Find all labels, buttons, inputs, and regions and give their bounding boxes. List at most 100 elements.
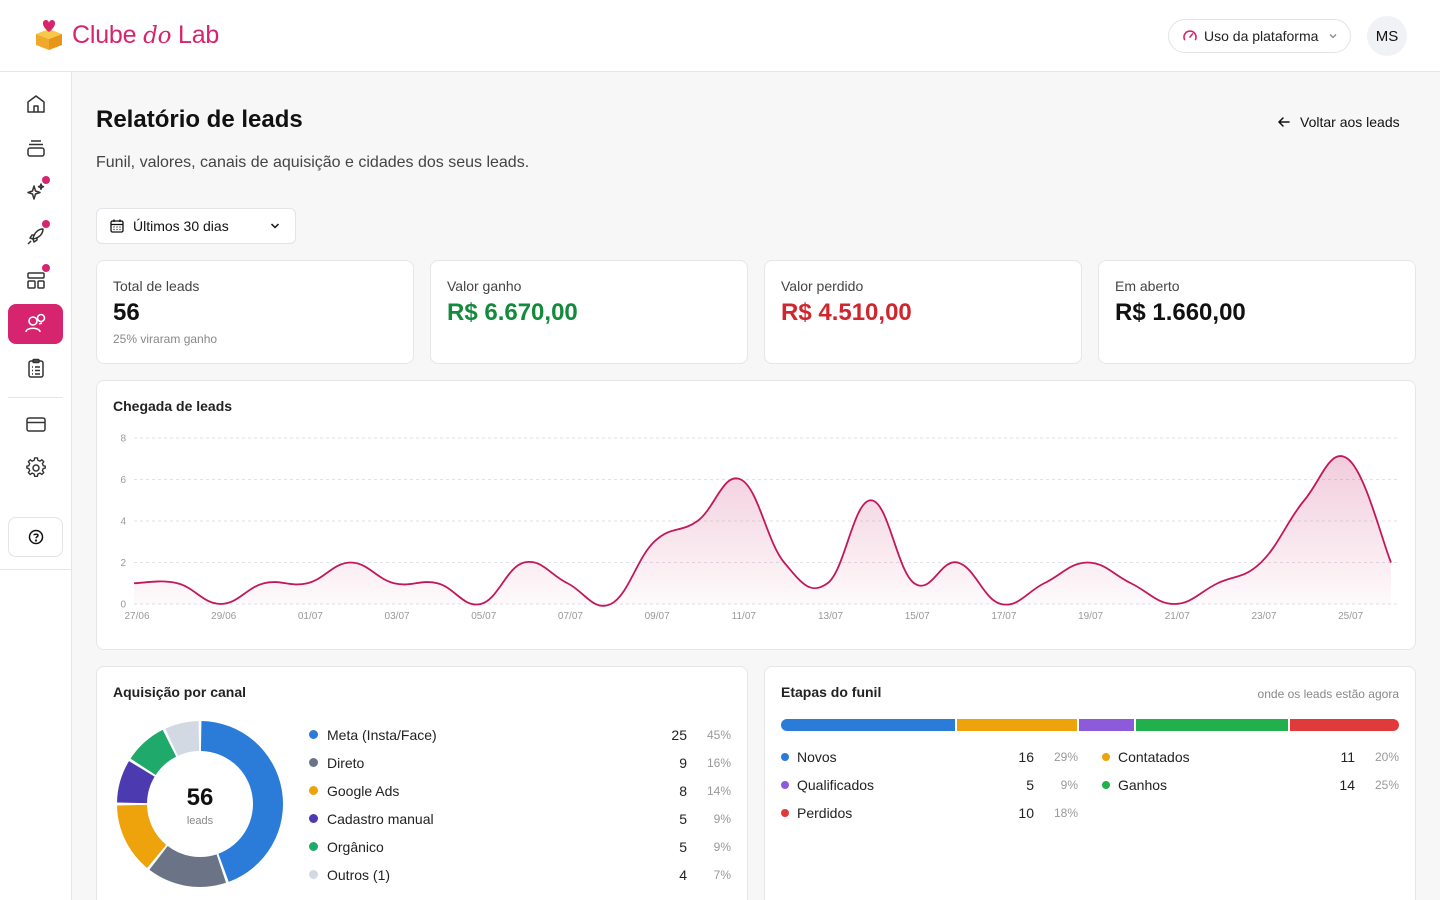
- funnel-segment: [1135, 719, 1289, 731]
- channel-percent: 16%: [706, 756, 731, 770]
- kpi-value: R$ 1.660,00: [1115, 299, 1246, 326]
- back-link-label: Voltar aos leads: [1300, 114, 1400, 130]
- x-tick-label: 19/07: [1078, 611, 1103, 622]
- chevron-down-icon: [270, 223, 280, 229]
- x-tick-label: 13/07: [818, 611, 843, 622]
- kpi-card-lost-value: Valor perdido R$ 4.510,00: [764, 260, 1082, 364]
- funnel-stage-row: Contatados 11 20%: [1102, 747, 1399, 767]
- channel-row: Google Ads 8 14%: [309, 781, 731, 801]
- stack-icon: [26, 140, 45, 157]
- legend-dot: [309, 842, 318, 851]
- funnel-segment: [1079, 719, 1134, 731]
- legend-dot: [309, 758, 318, 767]
- kpi-label: Valor perdido: [781, 278, 864, 294]
- x-tick-label: 23/07: [1251, 611, 1276, 622]
- funnel-stage-row: Ganhos 14 25%: [1102, 775, 1399, 795]
- help-button[interactable]: [8, 517, 63, 557]
- platform-usage-label: Uso da plataforma: [1204, 28, 1319, 44]
- arrow-left-icon: [1277, 117, 1290, 127]
- y-tick-label: 0: [120, 600, 126, 611]
- credit-card-icon: [25, 417, 46, 432]
- legend-dot: [781, 753, 789, 761]
- y-tick-label: 2: [120, 558, 126, 569]
- legend-dot: [781, 781, 789, 789]
- stage-percent: 20%: [1374, 750, 1399, 764]
- channel-percent: 14%: [706, 784, 731, 798]
- stage-name: Qualificados: [797, 777, 875, 793]
- funnel-segment: [957, 719, 1078, 731]
- sparkles-icon: [26, 183, 44, 200]
- x-tick-label: 15/07: [905, 611, 930, 622]
- avatar[interactable]: MS: [1367, 16, 1407, 56]
- gauge-icon: [1183, 30, 1197, 41]
- rocket-icon: [26, 228, 44, 245]
- notification-dot: [42, 176, 50, 184]
- brand-name: Clube do Lab: [72, 20, 220, 49]
- notification-dot: [42, 220, 50, 228]
- stage-name: Novos: [797, 749, 837, 765]
- stage-count: 10: [1018, 805, 1034, 821]
- sidebar-item-leads[interactable]: [8, 304, 63, 344]
- stage-percent: 29%: [1053, 750, 1078, 764]
- x-tick-label: 17/07: [991, 611, 1016, 622]
- top-bar: Clube do Lab Uso da plataforma MS: [0, 0, 1440, 72]
- kpi-note: 25% viraram ganho: [113, 332, 218, 346]
- channel-count: 5: [679, 839, 687, 855]
- funnel-segment: [781, 719, 956, 731]
- channel-count: 9: [679, 755, 687, 771]
- funnel-stage-row: Qualificados 5 9%: [781, 775, 1078, 795]
- sidebar-item-home[interactable]: [8, 84, 63, 124]
- platform-usage-button[interactable]: Uso da plataforma: [1168, 19, 1351, 53]
- kpi-value: 56: [113, 299, 140, 326]
- heart-box-icon: [36, 20, 62, 50]
- sidebar-bottom-divider: [0, 569, 72, 570]
- sidebar-item-layout[interactable]: [8, 260, 63, 300]
- legend-dot: [309, 870, 318, 879]
- y-tick-label: 6: [120, 475, 126, 486]
- stage-count: 11: [1340, 749, 1355, 765]
- x-tick-label: 09/07: [645, 611, 670, 622]
- y-tick-label: 4: [120, 517, 126, 528]
- x-tick-label: 29/06: [211, 611, 236, 622]
- sidebar-item-stack[interactable]: [8, 128, 63, 168]
- funnel-segment: [1290, 719, 1399, 731]
- stage-name: Ganhos: [1118, 777, 1168, 793]
- sidebar-item-tasks[interactable]: [8, 348, 63, 388]
- channel-row: Meta (Insta/Face) 25 45%: [309, 725, 731, 745]
- kpi-label: Total de leads: [113, 278, 200, 294]
- kpi-card-won-value: Valor ganho R$ 6.670,00: [430, 260, 748, 364]
- sidebar-item-settings[interactable]: [8, 448, 63, 488]
- series-area: [134, 456, 1391, 606]
- stage-percent: 9%: [1060, 778, 1078, 792]
- stage-count: 16: [1018, 749, 1034, 765]
- notification-dot: [42, 264, 50, 272]
- channel-percent: 45%: [706, 728, 731, 742]
- channel-name: Orgânico: [327, 839, 384, 855]
- brand-logo[interactable]: Clube do Lab: [32, 18, 219, 52]
- channel-name: Outros (1): [327, 867, 391, 883]
- legend-dot: [309, 730, 318, 739]
- funnel-stacked-bar: [781, 719, 1399, 731]
- x-tick-label: 01/07: [298, 611, 323, 622]
- donut-slice: [149, 846, 227, 887]
- channel-count: 25: [671, 727, 687, 743]
- back-to-leads-link[interactable]: Voltar aos leads: [1276, 114, 1400, 130]
- date-range-select[interactable]: Últimos 30 dias: [96, 208, 296, 244]
- kpi-label: Valor ganho: [447, 278, 522, 294]
- x-tick-label: 03/07: [385, 611, 410, 622]
- x-tick-label: 21/07: [1165, 611, 1190, 622]
- kpi-value: R$ 4.510,00: [781, 299, 912, 326]
- home-icon: [26, 95, 45, 113]
- channel-percent: 7%: [713, 868, 731, 882]
- lead-arrivals-card: Chegada de leads 0 2 4 6 8 27/06 29/06 01/07 03/…: [96, 380, 1416, 650]
- sidebar: [0, 72, 72, 900]
- page-subtitle: Funil, valores, canais de aquisição e ci…: [96, 154, 530, 171]
- sidebar-item-billing[interactable]: [8, 404, 63, 444]
- x-tick-label: 25/07: [1338, 611, 1363, 622]
- stage-name: Contatados: [1118, 749, 1190, 765]
- sidebar-item-ai[interactable]: [8, 172, 63, 212]
- sidebar-item-launch[interactable]: [8, 216, 63, 256]
- kpi-card-total-leads: Total de leads 56 25% viraram ganho: [96, 260, 414, 364]
- funnel-title: Etapas do funil: [781, 684, 882, 700]
- legend-dot: [1102, 781, 1110, 789]
